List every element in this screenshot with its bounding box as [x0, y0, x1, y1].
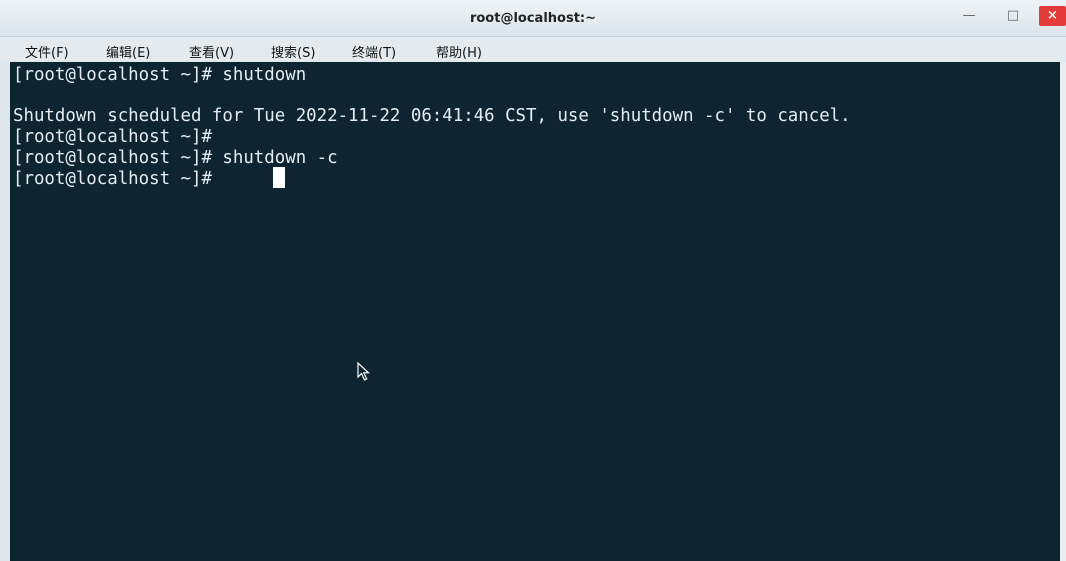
minimize-button[interactable]: —	[956, 6, 982, 26]
terminal-prompt-line: [root@localhost ~]#	[13, 169, 223, 189]
menu-view[interactable]: 查看(V)	[189, 42, 234, 61]
close-button[interactable]: ×	[1039, 6, 1066, 26]
terminal-line: [root@localhost ~]#	[13, 127, 212, 147]
menu-edit[interactable]: 编辑(E)	[106, 42, 150, 61]
menu-help[interactable]: 帮助(H)	[436, 42, 482, 61]
terminal-window: root@localhost:~ — □ × 文件(F) 编辑(E) 查看(V)…	[0, 0, 1066, 561]
text-cursor	[273, 167, 285, 188]
menu-bar: 文件(F) 编辑(E) 查看(V) 搜索(S) 终端(T) 帮助(H)	[0, 37, 1066, 61]
terminal-line: Shutdown scheduled for Tue 2022-11-22 06…	[13, 106, 851, 126]
menu-terminal[interactable]: 终端(T)	[352, 42, 396, 61]
terminal-output[interactable]: [root@localhost ~]# shutdown Shutdown sc…	[10, 62, 1060, 561]
scrollbar[interactable]	[1060, 62, 1066, 561]
menu-file[interactable]: 文件(F)	[25, 42, 69, 61]
window-title: root@localhost:~	[469, 11, 597, 26]
mouse-pointer-icon	[357, 362, 371, 381]
terminal-line: [root@localhost ~]# shutdown -c	[13, 148, 338, 168]
menu-search[interactable]: 搜索(S)	[271, 42, 315, 61]
title-bar: root@localhost:~ — □ ×	[0, 0, 1066, 37]
terminal-line: [root@localhost ~]# shutdown	[13, 65, 307, 85]
maximize-button[interactable]: □	[1000, 6, 1026, 26]
